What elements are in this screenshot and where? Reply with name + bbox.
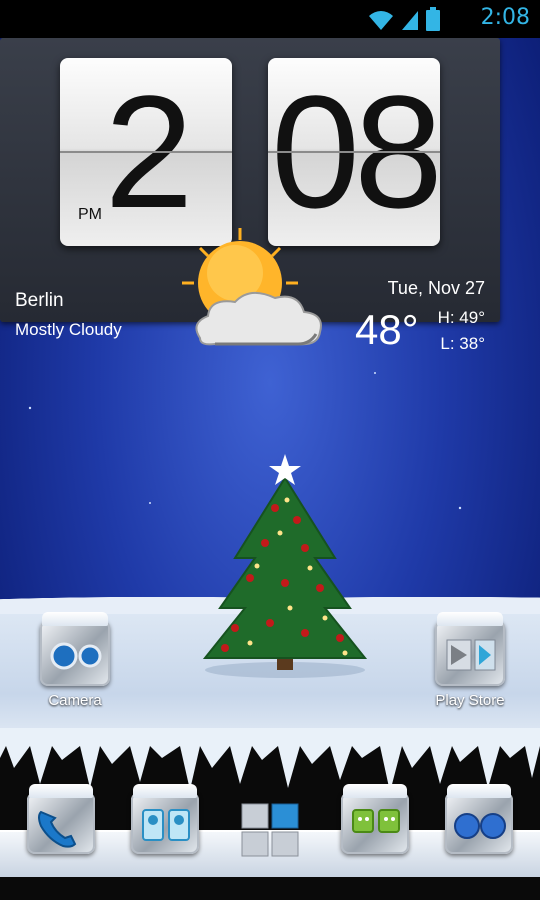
play-store-app[interactable]: Play Store (420, 612, 520, 709)
browser-icon (445, 784, 513, 854)
city-label: Berlin (15, 290, 64, 311)
phone-icon (27, 784, 95, 854)
status-icons (368, 7, 440, 31)
camera-app[interactable]: Camera (32, 612, 118, 709)
low-temperature: L: 38° (440, 334, 485, 353)
contacts-icon (131, 784, 199, 854)
partly-cloudy-icon (182, 228, 322, 346)
ampm-label: PM (78, 206, 102, 223)
high-temperature: H: 49° (437, 308, 485, 327)
dock-browser[interactable] (444, 784, 514, 854)
battery-icon (426, 7, 440, 31)
date-label: Tue, Nov 27 (387, 278, 485, 298)
clock-weather-widget[interactable]: 2 PM 08 Berlin Mostly Cloudy Tue, Nov 27… (0, 38, 500, 353)
dock-contacts[interactable] (130, 784, 200, 854)
signal-icon (402, 11, 418, 30)
christmas-tree (202, 454, 368, 678)
wifi-icon (369, 11, 393, 30)
play-store-label: Play Store (435, 692, 505, 709)
weather-condition: Mostly Cloudy (15, 320, 122, 339)
messaging-icon (341, 784, 409, 854)
status-time: 2:08 (480, 5, 530, 30)
camera-icon (40, 612, 110, 686)
app-drawer-icon (241, 803, 299, 857)
minute-digits: 08 (271, 62, 443, 241)
status-bar: 2:08 (0, 0, 540, 38)
hour-flip-card: 2 PM (60, 58, 232, 246)
dock-phone[interactable] (26, 784, 96, 854)
play-store-icon (435, 612, 505, 686)
minute-flip-card: 08 (268, 58, 443, 246)
current-temperature: 48° (355, 306, 419, 353)
dock-app-drawer[interactable] (236, 800, 306, 864)
hour-digit: 2 (104, 62, 194, 241)
dock-messaging[interactable] (340, 784, 410, 854)
camera-label: Camera (48, 692, 102, 709)
